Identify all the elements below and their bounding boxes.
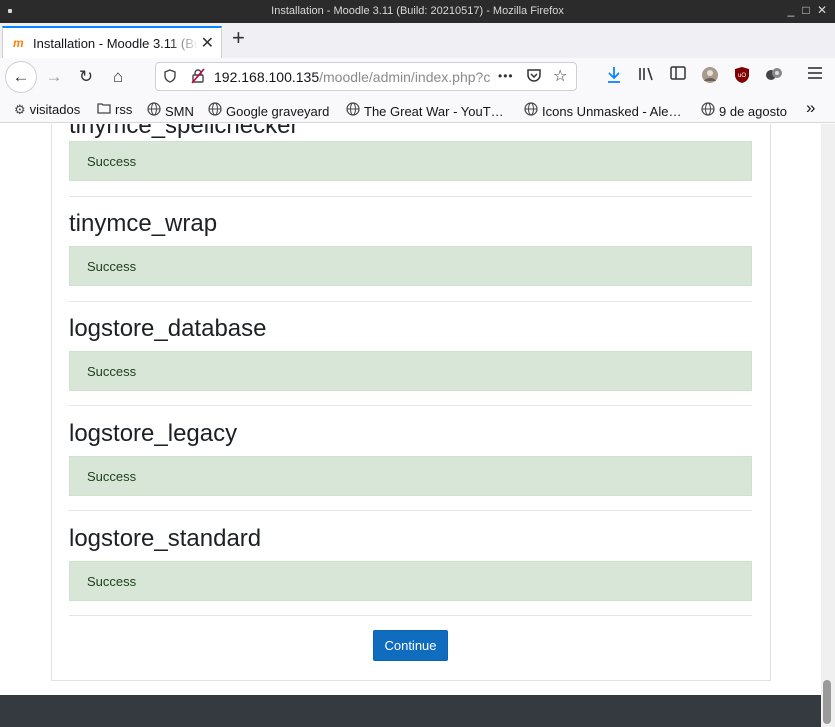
svg-text:uO: uO — [738, 73, 746, 79]
tracking-protection-shield-icon[interactable] — [164, 69, 176, 86]
sidebar-icon[interactable] — [667, 66, 689, 84]
bookmark-label: Google graveyard — [226, 104, 330, 119]
scrollbar-thumb[interactable] — [823, 680, 831, 724]
bookmark-label: Icons Unmasked - Ale… — [542, 104, 682, 119]
page-footer — [0, 695, 835, 727]
divider — [69, 615, 752, 616]
url-text[interactable]: 192.168.100.135/moodle/admin/index.php?c… — [214, 69, 490, 85]
window-title: Installation - Moodle 3.11 (Build: 20210… — [271, 5, 564, 17]
success-text: Success — [87, 259, 137, 274]
maximize-button[interactable]: □ — [799, 3, 813, 17]
bookmark-star-icon[interactable]: ☆ — [553, 66, 567, 86]
minimize-button[interactable]: _ — [784, 3, 798, 17]
navigation-toolbar: ← → ↻ ⌂ 192.168.100.135/moodle/admin/ind… — [0, 58, 835, 95]
scrollbar-track[interactable] — [821, 124, 835, 727]
section-title: logstore_database — [69, 315, 267, 342]
account-icon[interactable] — [699, 66, 721, 88]
success-alert: Success — [69, 456, 752, 496]
insecure-connection-icon[interactable] — [191, 68, 205, 87]
url-host: 192.168.100.135 — [214, 69, 320, 85]
window-titlebar: Installation - Moodle 3.11 (Build: 20210… — [0, 0, 835, 23]
globe-icon — [346, 102, 360, 119]
success-text: Success — [87, 364, 137, 379]
bookmark-label: visitados — [29, 102, 81, 117]
menu-icon[interactable] — [804, 66, 826, 84]
bookmarks-overflow-chevron-icon[interactable]: » — [806, 98, 815, 118]
back-button[interactable]: ← — [5, 61, 37, 93]
download-icon[interactable] — [603, 66, 625, 88]
url-path: /moodle/admin/index.php?cache=0&agreelic… — [319, 69, 490, 85]
bookmark-the-great-war[interactable]: The Great War - YouT… — [346, 102, 504, 119]
moodle-favicon-icon: m — [13, 36, 24, 50]
close-tab-icon[interactable]: ✕ — [201, 33, 214, 53]
section-title: tinymce_wrap — [69, 210, 218, 237]
bookmark-google-graveyard[interactable]: Google graveyard — [208, 102, 329, 119]
bookmark-9-de-agosto[interactable]: 9 de agosto — [701, 102, 787, 119]
globe-icon — [524, 102, 538, 119]
bookmarks-toolbar: ⚙ visitados rss SMN Google graveyard The … — [0, 95, 835, 123]
section-title: logstore_standard — [69, 525, 262, 552]
ublock-icon[interactable]: uO — [731, 66, 753, 88]
success-alert: Success — [69, 246, 752, 286]
globe-icon — [701, 102, 715, 119]
divider — [69, 405, 752, 406]
divider — [69, 301, 752, 302]
page-actions-more-icon[interactable]: ••• — [498, 69, 514, 83]
bookmark-label: SMN — [165, 104, 194, 119]
success-alert: Success — [69, 561, 752, 601]
home-button[interactable]: ⌂ — [104, 63, 132, 91]
forward-button[interactable]: → — [40, 63, 68, 91]
bookmark-visitados[interactable]: ⚙ visitados — [14, 102, 80, 118]
extension-icon[interactable] — [763, 66, 785, 86]
success-text: Success — [87, 469, 137, 484]
success-alert: Success — [69, 141, 752, 181]
folder-icon — [97, 102, 111, 117]
bookmark-icons-unmasked[interactable]: Icons Unmasked - Ale… — [524, 102, 681, 119]
reload-button[interactable]: ↻ — [72, 63, 100, 91]
bookmark-smn[interactable]: SMN — [147, 102, 194, 119]
bookmark-label: rss — [115, 102, 133, 117]
continue-button[interactable]: Continue — [373, 630, 448, 661]
success-text: Success — [87, 574, 137, 589]
gear-icon: ⚙ — [14, 102, 26, 117]
success-text: Success — [87, 154, 137, 169]
section-title-partial: tinymce_spellchecker — [69, 124, 299, 139]
bookmark-label: The Great War - YouT… — [364, 104, 504, 119]
bookmark-label: 9 de agosto — [719, 104, 787, 119]
library-icon[interactable] — [636, 66, 658, 86]
pocket-icon[interactable] — [526, 67, 542, 86]
new-tab-button[interactable]: + — [232, 27, 245, 49]
url-bar[interactable]: 192.168.100.135/moodle/admin/index.php?c… — [155, 62, 577, 91]
divider — [69, 510, 752, 511]
page-viewport: tinymce_spellchecker Success tinymce_wra… — [0, 124, 835, 727]
globe-icon — [147, 102, 161, 119]
tab-installation[interactable]: m Installation - Moodle 3.11 (Build: 202… — [2, 26, 222, 58]
globe-icon — [208, 102, 222, 119]
divider — [69, 196, 752, 197]
section-title: logstore_legacy — [69, 420, 238, 447]
success-alert: Success — [69, 351, 752, 391]
tab-title: Installation - Moodle 3.11 (Build: 20210… — [33, 36, 198, 51]
bookmark-rss[interactable]: rss — [97, 102, 132, 117]
tab-strip: m Installation - Moodle 3.11 (Build: 202… — [0, 23, 835, 58]
close-window-button[interactable]: ✕ — [815, 3, 829, 17]
